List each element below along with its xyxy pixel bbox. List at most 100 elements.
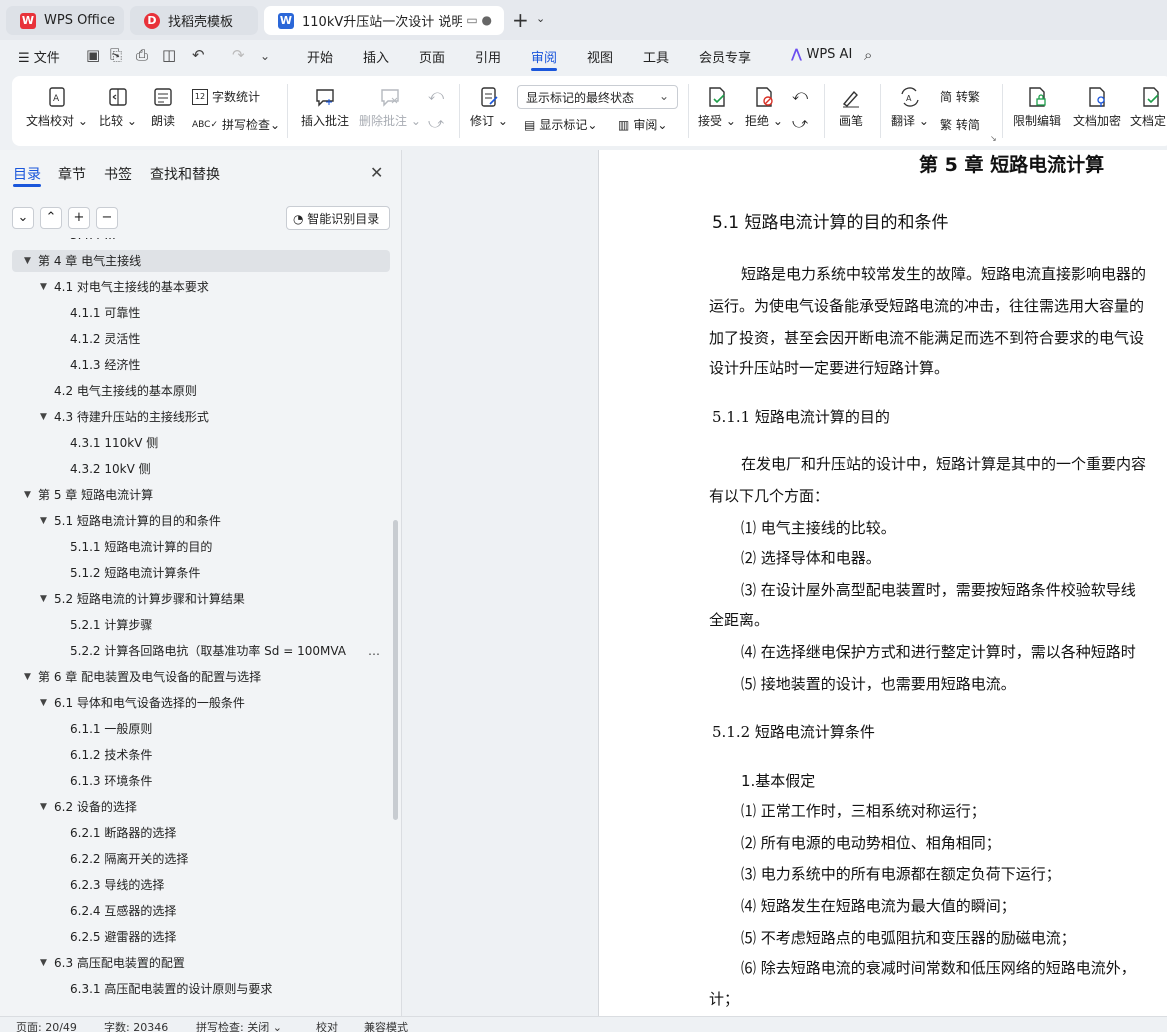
markup-state-select[interactable]: 显示标记的最终状态 ⌄	[517, 85, 678, 109]
expand-arrow-icon[interactable]: ▼	[40, 952, 47, 974]
toc-scrollbar[interactable]	[393, 520, 398, 820]
toc-item[interactable]: ▼ 5.1 短路电流计算的目的和条件	[12, 510, 390, 532]
next-comment-icon[interactable]: ⤻	[428, 114, 444, 132]
new-tab-plus-icon[interactable]: +	[512, 9, 529, 31]
toc-item[interactable]: 4.3.2 10kV 侧	[12, 458, 390, 480]
doc-encrypt-button[interactable]: 文档加密	[1070, 86, 1124, 129]
expand-arrow-icon[interactable]: ▼	[24, 250, 31, 272]
undo-icon[interactable]: ↶	[192, 46, 205, 64]
toc-item[interactable]: ▼ 4.1 对电气主接线的基本要求	[12, 276, 390, 298]
insert-comment-button[interactable]: 插入批注	[297, 86, 353, 129]
more-icon[interactable]: …	[368, 640, 380, 662]
toc-item[interactable]: 6.1.3 环境条件	[12, 770, 390, 792]
nav-tab-find-replace[interactable]: 查找和替换	[150, 164, 220, 184]
menu-member[interactable]: 会员专享	[699, 47, 751, 66]
redo-icon[interactable]: ↷	[232, 46, 245, 64]
smart-toc-button[interactable]: ◔ 智能识别目录	[286, 206, 390, 230]
print-preview-icon[interactable]: ◫	[162, 46, 176, 64]
toc-item[interactable]: ▼ 6.2 设备的选择	[12, 796, 390, 818]
toc-item[interactable]: 4.1.3 经济性	[12, 354, 390, 376]
toc-item[interactable]: 6.2.2 隔离开关的选择	[12, 848, 390, 870]
tab-document[interactable]: W 110kV升压站一次设计 说明书 ▭ ●	[264, 6, 504, 35]
nav-tab-sections[interactable]: 章节	[58, 164, 86, 184]
toc-item[interactable]: 5.2.2 计算各回路电抗（取基准功率 Sd = 100MVA…	[12, 640, 390, 662]
expand-arrow-icon[interactable]: ▼	[40, 588, 47, 610]
doc-final-button[interactable]: 文档定	[1130, 86, 1167, 129]
expand-arrow-icon[interactable]: ▼	[40, 692, 47, 714]
toc-item[interactable]: 5.2.1 计算步骤	[12, 614, 390, 636]
brush-button[interactable]: 画笔	[834, 86, 868, 129]
delete-comment-button[interactable]: 删除批注 ⌄	[359, 86, 421, 129]
translate-button[interactable]: A 翻译 ⌄	[890, 86, 930, 129]
ribbon-expand-icon[interactable]: ↘	[990, 134, 997, 143]
expand-arrow-icon[interactable]: ▼	[40, 406, 47, 428]
expand-arrow-icon[interactable]: ▼	[40, 276, 47, 298]
toc-item[interactable]: 6.2.4 互感器的选择	[12, 900, 390, 922]
toc-item[interactable]: ▼ 6.3 高压配电装置的配置	[12, 952, 390, 974]
read-aloud-button[interactable]: 朗读	[146, 86, 180, 129]
next-revision-icon[interactable]: ⤻	[792, 114, 808, 132]
toc-item[interactable]: 6.2.1 断路器的选择	[12, 822, 390, 844]
expand-arrow-icon[interactable]: ▼	[40, 796, 47, 818]
tab-docer-templates[interactable]: D 找稻壳模板	[130, 6, 258, 35]
page-indicator[interactable]: 页面: 20/49	[16, 1019, 77, 1032]
toc-item[interactable]: ▼ 5.2 短路电流的计算步骤和计算结果	[12, 588, 390, 610]
menu-home[interactable]: 开始	[307, 47, 333, 66]
expand-arrow-icon[interactable]: ▼	[40, 510, 47, 532]
print-icon[interactable]: ⎙	[136, 46, 148, 64]
quick-access-chevron-icon[interactable]: ⌄	[260, 49, 270, 63]
wps-ai-button[interactable]: ⋀ WPS AI	[791, 47, 852, 62]
proofread-status[interactable]: 校对	[316, 1019, 338, 1032]
nav-tab-bookmarks[interactable]: 书签	[104, 164, 132, 184]
spell-check-button[interactable]: ABC✓ 拼写检查 ⌄	[192, 116, 280, 133]
toc-item[interactable]: 6.1.1 一般原则	[12, 718, 390, 740]
menu-tools[interactable]: 工具	[643, 47, 669, 66]
expand-down-button[interactable]: ⌄	[12, 207, 34, 229]
toc-item[interactable]: 6.1.2 技术条件	[12, 744, 390, 766]
toc-item[interactable]: 6.2.3 导线的选择	[12, 874, 390, 896]
search-icon[interactable]: ⌕	[864, 46, 872, 64]
close-icon[interactable]: ✕	[370, 163, 383, 182]
compare-button[interactable]: 比较 ⌄	[96, 86, 140, 129]
toc-item[interactable]: 5.1.1 短路电流计算的目的	[12, 536, 390, 558]
show-markup-button[interactable]: ▤ 显示标记 ⌄	[524, 116, 597, 133]
toc-item[interactable]: ▼ 第 6 章 配电装置及电气设备的配置与选择	[12, 666, 390, 688]
spell-check-status[interactable]: 拼写检查: 关闭 ⌄	[196, 1019, 282, 1032]
save-icon[interactable]: ▣	[86, 46, 100, 64]
add-toc-button[interactable]: +	[68, 207, 90, 229]
toc-item[interactable]: ▼ 第 5 章 短路电流计算	[12, 484, 390, 506]
toc-item[interactable]: ▼ 6.1 导体和电气设备选择的一般条件	[12, 692, 390, 714]
revise-button[interactable]: 修订 ⌄	[470, 86, 508, 129]
collapse-up-button[interactable]: ⌃	[40, 207, 62, 229]
previous-revision-icon[interactable]: ⤺	[792, 86, 808, 104]
toc-item[interactable]: 6.3.1 高压配电装置的设计原则与要求	[12, 978, 390, 1000]
nav-tab-toc[interactable]: 目录	[13, 164, 41, 184]
restrict-edit-button[interactable]: 限制编辑	[1010, 86, 1064, 129]
toc-item[interactable]: 6.2.5 避雷器的选择	[12, 926, 390, 948]
expand-arrow-icon[interactable]: ▼	[24, 484, 31, 506]
document-page[interactable]: 第 5 章 短路电流计算 5.1 短路电流计算的目的和条件 短路是电力系统中较常发生…	[598, 150, 1167, 1016]
tab-wps-office[interactable]: W WPS Office	[6, 6, 124, 35]
to-traditional-button[interactable]: 简 转繁	[940, 88, 980, 105]
to-simplified-button[interactable]: 繁 转简	[940, 116, 980, 133]
doc-check-button[interactable]: A 文档校对 ⌄	[26, 86, 88, 129]
toc-item[interactable]: ▼ 4.3 待建升压站的主接线形式	[12, 406, 390, 428]
menu-review[interactable]: 审阅	[531, 47, 557, 66]
toc-item[interactable]: 4.1.2 灵活性	[12, 328, 390, 350]
accept-button[interactable]: 接受 ⌄	[698, 86, 736, 129]
menu-references[interactable]: 引用	[475, 47, 501, 66]
toc-item[interactable]: 4.3.1 110kV 侧	[12, 432, 390, 454]
review-pane-button[interactable]: ▥ 审阅 ⌄	[618, 116, 667, 133]
toc-item[interactable]: 5.1.2 短路电流计算条件	[12, 562, 390, 584]
word-count-button[interactable]: 12 字数统计	[192, 88, 260, 105]
menu-insert[interactable]: 插入	[363, 47, 389, 66]
toc-item[interactable]: ▼ 第 4 章 电气主接线	[12, 250, 390, 272]
reject-button[interactable]: 拒绝 ⌄	[745, 86, 783, 129]
toc-item[interactable]: 3.4.4 ...	[12, 238, 390, 246]
tab-close-icon[interactable]: ▭ ●	[466, 13, 492, 27]
toc-item[interactable]: 4.2 电气主接线的基本原则	[12, 380, 390, 402]
expand-arrow-icon[interactable]: ▼	[24, 666, 31, 688]
toc-item[interactable]: 4.1.1 可靠性	[12, 302, 390, 324]
file-menu[interactable]: ☰ 文件	[18, 47, 60, 66]
chevron-down-icon[interactable]: ⌄	[536, 12, 545, 25]
